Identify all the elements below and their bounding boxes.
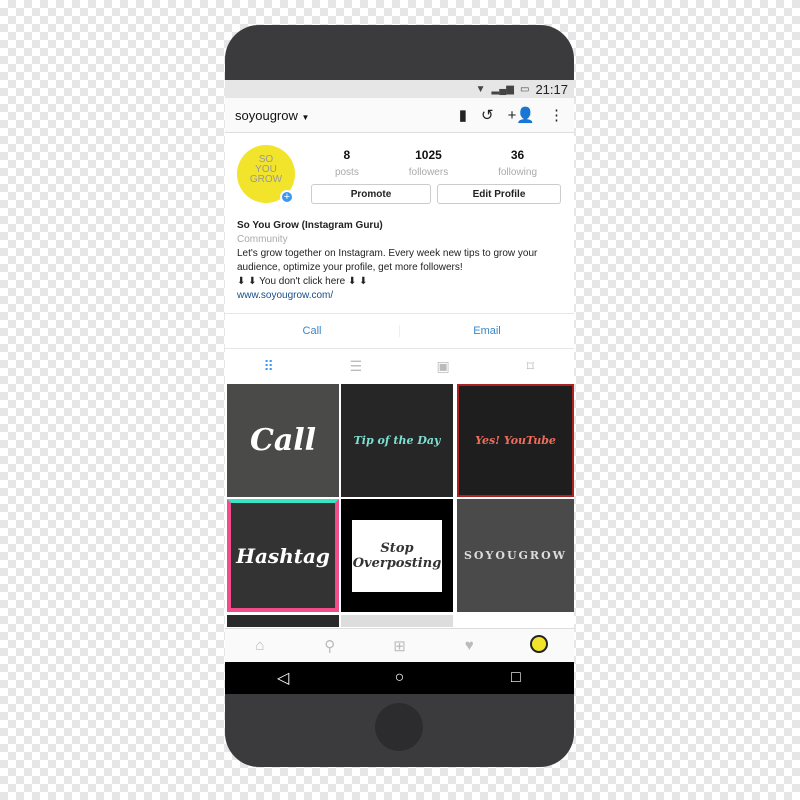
app-header: soyougrow ▼ ▮ ↺ +👤 ⋮ <box>225 98 574 133</box>
archive-icon[interactable]: ↺ <box>481 106 494 124</box>
bio: So You Grow (Instagram Guru) Community L… <box>225 219 549 303</box>
bio-line: audience, optimize your profile, get mor… <box>237 262 463 273</box>
signal-icon: ▂▄▆ <box>491 83 514 95</box>
post-tile[interactable]: Tip of the Day <box>341 384 453 497</box>
post-tile[interactable] <box>341 615 453 627</box>
add-person-icon[interactable]: +👤 <box>508 106 535 124</box>
home-circle-icon[interactable]: ○ <box>341 669 457 687</box>
insights-icon[interactable]: ▮ <box>459 106 467 124</box>
home-hardware-button[interactable] <box>375 703 423 751</box>
system-nav-bar: ◁ ○ □ <box>225 662 574 694</box>
more-icon[interactable]: ⋮ <box>549 106 564 124</box>
followers-count[interactable]: 1025 followers <box>409 148 448 180</box>
display-name: So You Grow (Instagram Guru) <box>237 220 383 231</box>
post-tile[interactable]: Stop Overposting <box>341 499 453 612</box>
bio-line: ⬇ ⬇ You don't click here ⬇ ⬇ <box>237 276 368 287</box>
status-bar: ▼ ▂▄▆ ▭ 21:17 <box>225 80 574 98</box>
grid-icon[interactable]: ⠿ <box>225 358 312 375</box>
clock: 21:17 <box>535 81 568 97</box>
screen: ▼ ▂▄▆ ▭ 21:17 soyougrow ▼ ▮ ↺ +👤 ⋮ SO YOU… <box>225 80 574 694</box>
website-link[interactable]: www.soyougrow.com/ <box>237 290 333 301</box>
following-count[interactable]: 36 following <box>498 148 537 180</box>
promote-button[interactable]: Promote <box>311 184 431 204</box>
search-icon[interactable]: ⚲ <box>295 637 365 655</box>
tagged-icon[interactable]: ▣ <box>400 358 487 375</box>
heart-icon[interactable]: ♥ <box>434 637 504 654</box>
call-button[interactable]: Call <box>225 325 399 337</box>
bio-line: Let's grow together on Instagram. Every … <box>237 248 538 259</box>
caret-down-icon: ▼ <box>301 112 310 122</box>
profile-icon[interactable] <box>504 634 574 657</box>
post-tile[interactable]: Call <box>227 384 339 497</box>
email-button[interactable]: Email <box>399 325 574 337</box>
category: Community <box>237 234 288 245</box>
battery-icon: ▭ <box>520 83 530 95</box>
home-icon[interactable]: ⌂ <box>225 637 295 654</box>
add-icon[interactable]: ⊞ <box>365 637 435 655</box>
profile-tabs: ⠿ ☰ ▣ ⌑ <box>225 349 574 383</box>
saved-icon[interactable]: ⌑ <box>487 358 574 375</box>
edit-profile-button[interactable]: Edit Profile <box>437 184 561 204</box>
post-tile[interactable]: Yes! YouTube <box>457 384 574 497</box>
recents-icon[interactable]: □ <box>458 669 574 687</box>
back-icon[interactable]: ◁ <box>225 668 341 688</box>
bottom-nav: ⌂ ⚲ ⊞ ♥ <box>225 628 574 662</box>
wifi-icon: ▼ <box>475 83 486 95</box>
post-tile[interactable]: Hashtag <box>227 499 339 612</box>
post-tile[interactable] <box>227 615 339 627</box>
post-tile[interactable]: SOYOUGROW <box>457 499 574 612</box>
username: soyougrow <box>235 107 298 123</box>
list-icon[interactable]: ☰ <box>312 358 399 375</box>
add-story-icon[interactable]: + <box>280 190 294 204</box>
posts-count[interactable]: 8 posts <box>335 148 359 180</box>
contact-bar: Call Email <box>225 313 574 349</box>
account-switcher[interactable]: soyougrow ▼ <box>235 108 459 123</box>
